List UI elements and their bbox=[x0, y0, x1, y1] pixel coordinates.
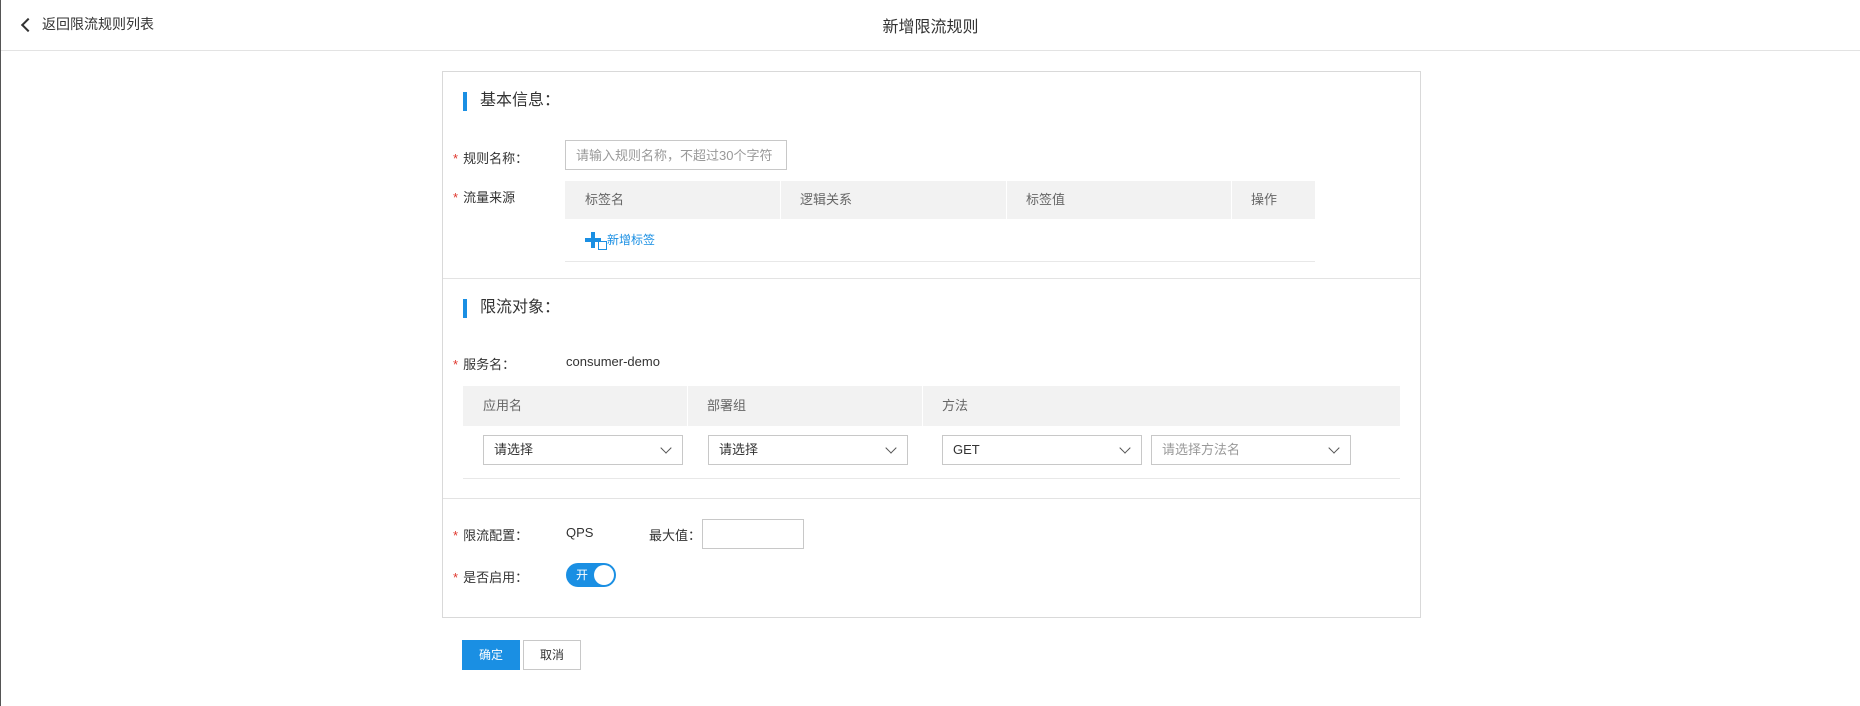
column-deploy-group: 部署组 bbox=[707, 398, 747, 413]
column-divider bbox=[922, 386, 923, 426]
tag-table-header: 标签名 逻辑关系 标签值 操作 bbox=[565, 181, 1315, 219]
rule-name-label: * 规则名称： bbox=[453, 151, 529, 166]
chevron-down-icon bbox=[1328, 442, 1340, 454]
max-value-input[interactable] bbox=[702, 519, 804, 549]
add-tag-label: 新增标签 bbox=[607, 233, 656, 247]
page-title: 新增限流规则 bbox=[882, 19, 979, 36]
section-divider bbox=[443, 278, 1420, 279]
deploy-group-select[interactable]: 请选择 bbox=[708, 435, 908, 465]
enable-label: * 是否启用： bbox=[453, 570, 529, 585]
chevron-down-icon bbox=[885, 442, 897, 454]
service-name-value: consumer-demo bbox=[566, 354, 660, 369]
section-title-target: 限流对象： bbox=[463, 298, 560, 318]
method-name-select[interactable]: 请选择方法名 bbox=[1151, 435, 1351, 465]
required-marker: * bbox=[453, 570, 459, 585]
toggle-knob bbox=[594, 565, 614, 585]
column-app-name: 应用名 bbox=[483, 398, 523, 413]
limit-config-label: * 限流配置： bbox=[453, 528, 529, 543]
app-name-select[interactable]: 请选择 bbox=[483, 435, 683, 465]
required-marker: * bbox=[453, 528, 459, 543]
required-marker: * bbox=[453, 190, 459, 205]
section-title-basic: 基本信息： bbox=[463, 91, 560, 111]
target-table-header: 应用名 部署组 方法 bbox=[463, 386, 1400, 426]
toggle-label: 开 bbox=[576, 568, 589, 582]
form-panel: 基本信息： *规则名称： *流量来源 标签名 逻辑关系 标签值 操作 新增标签 … bbox=[442, 71, 1421, 618]
column-tag-name: 标签名 bbox=[585, 192, 625, 207]
add-icon bbox=[585, 231, 607, 250]
column-divider bbox=[687, 386, 688, 426]
column-divider bbox=[1006, 181, 1007, 219]
traffic-source-label: * 流量来源 bbox=[453, 190, 516, 205]
column-actions: 操作 bbox=[1251, 192, 1278, 207]
top-bar: 返回限流规则列表 新增限流规则 bbox=[1, 0, 1860, 51]
enable-toggle[interactable]: 开 bbox=[566, 563, 616, 587]
column-divider bbox=[1231, 181, 1232, 219]
chevron-down-icon bbox=[1119, 442, 1131, 454]
target-table: 应用名 部署组 方法 请选择 请选择 GET 请选择方法名 bbox=[463, 386, 1400, 479]
target-table-row: 请选择 请选择 GET 请选择方法名 bbox=[463, 426, 1400, 479]
rule-name-input[interactable] bbox=[565, 140, 787, 170]
max-value-label: 最大值： bbox=[649, 528, 702, 543]
tag-table-body: 新增标签 bbox=[565, 219, 1315, 262]
qps-label: QPS bbox=[566, 525, 594, 540]
column-divider bbox=[780, 181, 781, 219]
column-tag-value: 标签值 bbox=[1026, 192, 1066, 207]
section-divider bbox=[443, 498, 1420, 499]
required-marker: * bbox=[453, 357, 459, 372]
tag-table: 标签名 逻辑关系 标签值 操作 新增标签 bbox=[565, 181, 1315, 262]
required-marker: * bbox=[453, 151, 459, 166]
column-method: 方法 bbox=[942, 398, 969, 413]
chevron-down-icon bbox=[660, 442, 672, 454]
confirm-button[interactable]: 确定 bbox=[462, 640, 520, 670]
http-method-select[interactable]: GET bbox=[942, 435, 1142, 465]
column-logic: 逻辑关系 bbox=[800, 192, 853, 207]
cancel-button[interactable]: 取消 bbox=[523, 640, 581, 670]
service-name-label: * 服务名： bbox=[453, 357, 516, 372]
add-tag-button[interactable]: 新增标签 bbox=[585, 231, 656, 250]
